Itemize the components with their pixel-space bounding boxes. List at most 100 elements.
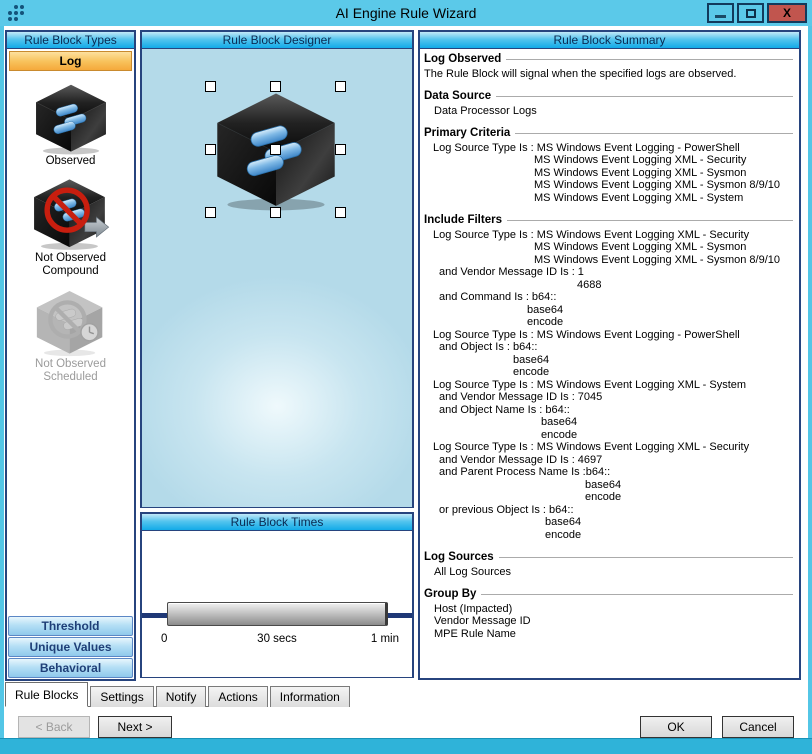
- summary-section-title: Primary Criteria: [424, 127, 510, 140]
- summary-section-title: Group By: [424, 588, 476, 601]
- back-button: < Back: [18, 716, 90, 738]
- summary-line: Data Processor Logs: [424, 105, 793, 118]
- summary-body: Log Observed The Rule Block will signal w…: [420, 49, 799, 640]
- summary-line: and Parent Process Name Is :b64::: [424, 466, 793, 479]
- summary-line: base64: [424, 416, 793, 429]
- summary-section-divider: [499, 557, 793, 558]
- summary-line: MS Windows Event Logging XML - Sysmon 8/…: [424, 254, 793, 267]
- summary-line: base64: [424, 304, 793, 317]
- summary-line: and Vendor Message ID Is : 7045: [424, 391, 793, 404]
- summary-line: encode: [424, 491, 793, 504]
- summary-line: and Object Name Is : b64::: [424, 404, 793, 417]
- summary-line: encode: [424, 366, 793, 379]
- summary-section-divider: [506, 59, 793, 60]
- rule-block-types-header: Rule Block Types: [7, 32, 134, 49]
- summary-line: 4688: [424, 279, 793, 292]
- selection-handle[interactable]: [270, 81, 281, 92]
- summary-line: Log Source Type Is : MS Windows Event Lo…: [424, 329, 793, 342]
- behavioral-category-button[interactable]: Behavioral: [8, 658, 133, 678]
- summary-section: Primary Criteria Log Source Type Is : MS …: [424, 127, 793, 204]
- summary-line: MS Windows Event Logging XML - Sysmon: [424, 241, 793, 254]
- rule-block-times-panel: Rule Block Times 0 30 secs 1 min: [140, 512, 414, 678]
- summary-line: and Vendor Message ID Is : 1: [424, 266, 793, 279]
- summary-section-divider: [507, 220, 793, 221]
- selection-handle[interactable]: [205, 207, 216, 218]
- summary-line: Log Source Type Is : MS Windows Event Lo…: [424, 142, 793, 155]
- summary-line: MPE Rule Name: [424, 628, 793, 641]
- summary-section: Log Sources All Log Sources: [424, 551, 793, 578]
- summary-line: encode: [424, 429, 793, 442]
- summary-line: or previous Object Is : b64::: [424, 504, 793, 517]
- summary-section: Group By Host (Impacted)Vendor Message ID…: [424, 588, 793, 640]
- rule-type-not-observed-scheduled: Not Observed Scheduled: [34, 288, 108, 384]
- summary-line: Log Source Type Is : MS Windows Event Lo…: [424, 379, 793, 392]
- not-observed-compound-cube-icon: [31, 176, 111, 252]
- summary-line: Vendor Message ID: [424, 615, 793, 628]
- summary-line: encode: [424, 529, 793, 542]
- summary-section: Data Source Data Processor Logs: [424, 90, 793, 117]
- summary-line: Log Source Type Is : MS Windows Event Lo…: [424, 229, 793, 242]
- summary-line: base64: [424, 479, 793, 492]
- rule-type-label: Observed: [46, 155, 96, 168]
- summary-line: Host (Impacted): [424, 603, 793, 616]
- summary-line: MS Windows Event Logging XML - System: [424, 192, 793, 205]
- tab-strip: Rule Blocks Settings Notify Actions Info…: [5, 682, 352, 707]
- window-title: AI Engine Rule Wizard: [0, 5, 812, 21]
- selection-handle[interactable]: [270, 144, 281, 155]
- summary-line: base64: [424, 516, 793, 529]
- designer-canvas[interactable]: [142, 49, 412, 507]
- rule-type-observed[interactable]: Observed: [33, 83, 109, 168]
- minimize-button[interactable]: [707, 3, 734, 23]
- tab-rule-blocks[interactable]: Rule Blocks: [5, 682, 88, 707]
- tab-settings[interactable]: Settings: [90, 686, 153, 707]
- maximize-button[interactable]: [737, 3, 764, 23]
- summary-line: encode: [424, 316, 793, 329]
- selection-handle[interactable]: [205, 81, 216, 92]
- time-tick-end: 1 min: [371, 633, 399, 645]
- rule-type-label: Not Observed: [35, 358, 106, 371]
- summary-section-title: Log Observed: [424, 53, 501, 66]
- summary-section-title: Data Source: [424, 90, 491, 103]
- observed-cube-icon: [33, 83, 109, 155]
- tab-information[interactable]: Information: [270, 686, 350, 707]
- summary-line: Log Source Type Is : MS Windows Event Lo…: [424, 441, 793, 454]
- summary-line: and Object Is : b64::: [424, 341, 793, 354]
- summary-section: Log Observed The Rule Block will signal w…: [424, 53, 793, 80]
- log-category-button[interactable]: Log: [9, 51, 132, 71]
- summary-line: MS Windows Event Logging XML - Security: [424, 154, 793, 167]
- next-button[interactable]: Next >: [98, 716, 172, 738]
- summary-section-title: Include Filters: [424, 214, 502, 227]
- summary-line: base64: [424, 354, 793, 367]
- summary-line: All Log Sources: [424, 566, 793, 579]
- rule-block-designer-panel: Rule Block Designer: [140, 30, 414, 508]
- unique-values-category-button[interactable]: Unique Values: [8, 637, 133, 657]
- time-slider-bar[interactable]: [167, 602, 388, 626]
- rule-type-label: Not Observed: [35, 252, 106, 265]
- close-button[interactable]: X: [767, 3, 807, 23]
- not-observed-scheduled-cube-icon: [34, 288, 108, 358]
- rule-block-designer-header: Rule Block Designer: [142, 32, 412, 49]
- summary-section: Include Filters Log Source Type Is : MS W…: [424, 214, 793, 541]
- selection-handle[interactable]: [205, 144, 216, 155]
- selection-handle[interactable]: [335, 207, 346, 218]
- close-icon: X: [783, 6, 791, 20]
- cancel-button[interactable]: Cancel: [722, 716, 794, 738]
- summary-line: MS Windows Event Logging XML - Sysmon 8/…: [424, 179, 793, 192]
- selection-handle[interactable]: [270, 207, 281, 218]
- summary-section-title: Log Sources: [424, 551, 494, 564]
- summary-section-divider: [515, 133, 793, 134]
- tab-notify[interactable]: Notify: [156, 686, 207, 707]
- threshold-category-button[interactable]: Threshold: [8, 616, 133, 636]
- rule-block-summary-header: Rule Block Summary: [420, 32, 799, 49]
- ok-button[interactable]: OK: [640, 716, 712, 738]
- rule-type-not-observed-compound[interactable]: Not Observed Compound: [31, 176, 111, 278]
- title-bar: AI Engine Rule Wizard X: [0, 0, 812, 26]
- summary-line: MS Windows Event Logging XML - Sysmon: [424, 167, 793, 180]
- tab-actions[interactable]: Actions: [208, 686, 267, 707]
- selection-handle[interactable]: [335, 144, 346, 155]
- summary-line: The Rule Block will signal when the spec…: [424, 68, 793, 81]
- selection-handle[interactable]: [335, 81, 346, 92]
- rule-type-label: Scheduled: [43, 371, 97, 384]
- window-bottom-edge: [0, 738, 812, 754]
- summary-line: and Vendor Message ID Is : 4697: [424, 454, 793, 467]
